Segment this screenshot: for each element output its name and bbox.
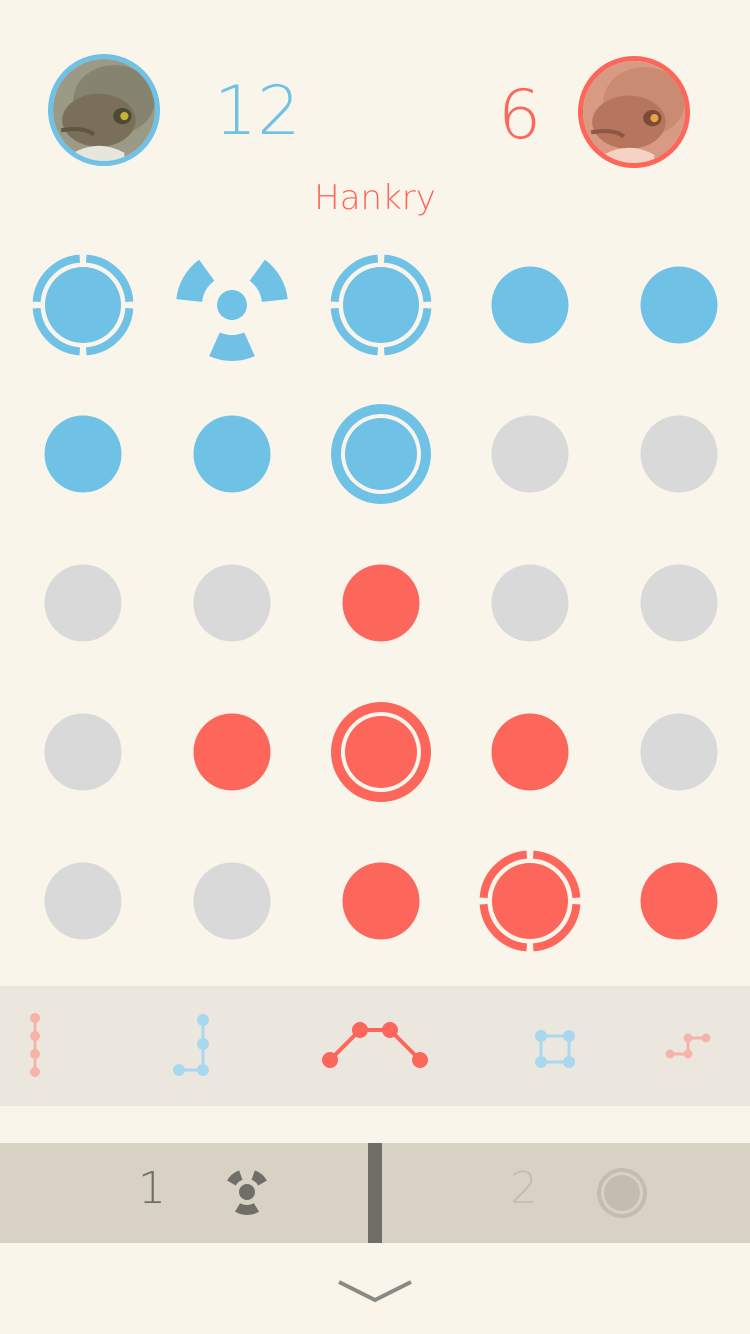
player-right-score: 6 — [498, 76, 542, 155]
board-cell-r4-c2[interactable] — [172, 692, 292, 812]
board-cell-r4-c5[interactable] — [619, 692, 739, 812]
board-cell-r1-c5[interactable] — [619, 245, 739, 365]
board-cell-r5-c4-shield[interactable] — [470, 841, 590, 961]
square-pattern-icon[interactable] — [525, 996, 585, 1096]
board-cell-r2-c5[interactable] — [619, 394, 739, 514]
board-cell-r4-c3-ring[interactable] — [321, 692, 441, 812]
board-cell-r4-c4[interactable] — [470, 692, 590, 812]
board-cell-r1-c1-shield[interactable] — [23, 245, 143, 365]
powerup-divider — [368, 1143, 382, 1243]
board-cell-r1-c4[interactable] — [470, 245, 590, 365]
ring-icon[interactable] — [594, 1165, 650, 1221]
turn-player-name: Hankry — [314, 178, 436, 218]
l-shape-pattern-icon[interactable] — [163, 996, 223, 1096]
board-cell-r1-c2-bomb[interactable] — [172, 245, 292, 365]
board-cell-r5-c1[interactable] — [23, 841, 143, 961]
player-left-avatar[interactable] — [48, 54, 160, 166]
step-pattern-icon[interactable] — [660, 996, 720, 1096]
chevron-down-icon[interactable] — [335, 1270, 415, 1310]
board-cell-r2-c2[interactable] — [172, 394, 292, 514]
board-cell-r2-c3-ring[interactable] — [321, 394, 441, 514]
alien-portrait-icon — [53, 59, 155, 161]
board-cell-r3-c5[interactable] — [619, 543, 739, 663]
board-cell-r3-c1[interactable] — [23, 543, 143, 663]
board-cell-r4-c1[interactable] — [23, 692, 143, 812]
bomb-powerup-count: 1 — [138, 1163, 166, 1214]
alien-portrait-icon — [583, 61, 685, 163]
board-cell-r3-c3[interactable] — [321, 543, 441, 663]
vertical-line-pattern-icon[interactable] — [15, 996, 55, 1096]
player-right-avatar[interactable] — [578, 56, 690, 168]
game-board — [0, 230, 750, 990]
bomb-icon[interactable] — [218, 1163, 276, 1221]
move-pattern-bar — [0, 986, 750, 1106]
powerup-bar: 1 2 — [0, 1143, 750, 1243]
player-left-score: 12 — [214, 72, 301, 151]
arch-pattern-icon[interactable] — [315, 996, 440, 1096]
board-cell-r5-c2[interactable] — [172, 841, 292, 961]
board-cell-r3-c2[interactable] — [172, 543, 292, 663]
board-cell-r2-c1[interactable] — [23, 394, 143, 514]
board-cell-r5-c5[interactable] — [619, 841, 739, 961]
board-cell-r3-c4[interactable] — [470, 543, 590, 663]
board-cell-r5-c3[interactable] — [321, 841, 441, 961]
board-cell-r1-c3-shield[interactable] — [321, 245, 441, 365]
ring-powerup-count: 2 — [510, 1163, 538, 1214]
board-cell-r2-c4[interactable] — [470, 394, 590, 514]
